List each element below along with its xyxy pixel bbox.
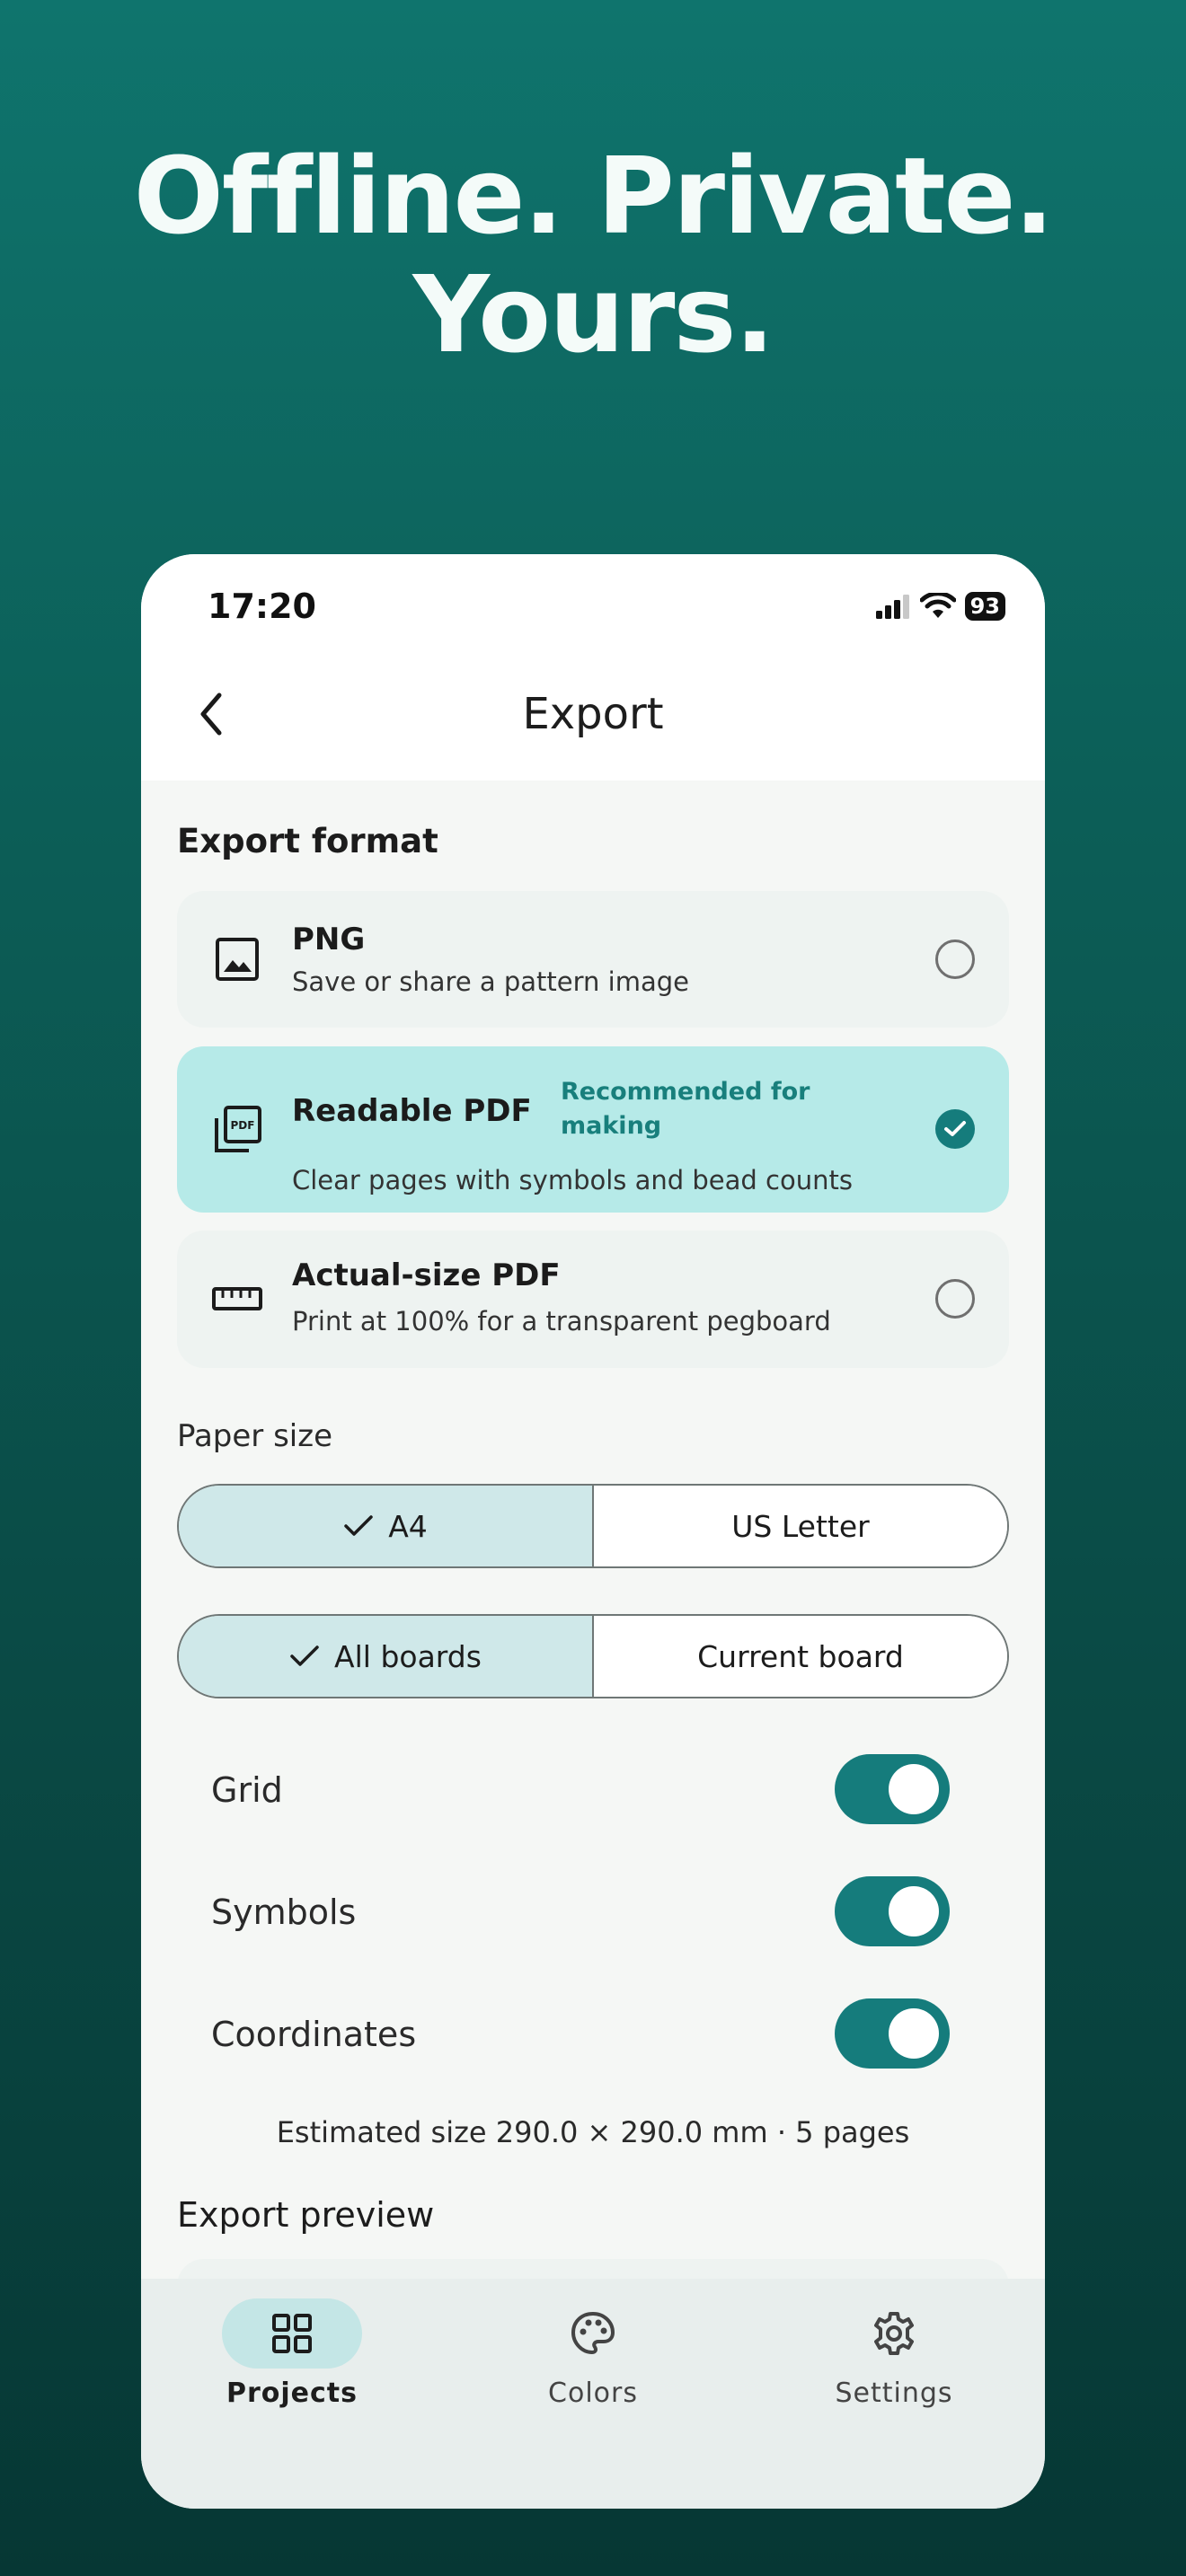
headline-line-1: Offline. Private. bbox=[133, 134, 1055, 258]
headline: Offline. Private. Yours. bbox=[0, 137, 1186, 374]
phone-frame: 17:20 93 Export Export format PNG Save o… bbox=[141, 554, 1045, 2509]
ruler-icon bbox=[211, 1273, 263, 1325]
tab-settings[interactable]: Settings bbox=[795, 2298, 993, 2433]
tab-pill bbox=[824, 2298, 964, 2369]
image-icon bbox=[211, 933, 263, 985]
format-subtitle: Clear pages with symbols and bead counts bbox=[292, 1165, 853, 1195]
toggle-label: Symbols bbox=[211, 1892, 357, 1932]
status-time: 17:20 bbox=[208, 587, 316, 626]
radio-selected[interactable] bbox=[935, 1109, 975, 1149]
coordinates-toggle[interactable] bbox=[835, 1998, 950, 2069]
tab-pill bbox=[523, 2298, 663, 2369]
symbols-toggle[interactable] bbox=[835, 1876, 950, 1946]
battery-indicator: 93 bbox=[964, 592, 1005, 621]
tab-pill bbox=[222, 2298, 362, 2369]
paper-size-label: Paper size bbox=[177, 1418, 333, 1454]
export-format-title: Export format bbox=[177, 822, 438, 860]
tab-colors[interactable]: Colors bbox=[494, 2298, 692, 2433]
paper-size-segmented: A4 US Letter bbox=[177, 1484, 1009, 1568]
signal-icon bbox=[875, 595, 909, 619]
toggle-knob bbox=[889, 1764, 939, 1814]
recommended-badge: Recommended for making bbox=[561, 1078, 810, 1140]
format-subtitle: Print at 100% for a transparent pegboard bbox=[292, 1306, 831, 1337]
headline-line-2: Yours. bbox=[412, 252, 775, 376]
grid-toggle[interactable] bbox=[835, 1754, 950, 1824]
boards-segmented: All boards Current board bbox=[177, 1614, 1009, 1698]
format-title: Readable PDF bbox=[292, 1093, 532, 1129]
top-bar: 17:20 93 Export bbox=[141, 554, 1045, 781]
toggle-knob bbox=[889, 1886, 939, 1936]
svg-text:PDF: PDF bbox=[231, 1119, 255, 1132]
radio-unselected[interactable] bbox=[935, 940, 975, 979]
tab-label: Colors bbox=[548, 2378, 638, 2409]
status-icons: 93 bbox=[875, 588, 1005, 624]
radio-unselected[interactable] bbox=[935, 1279, 975, 1319]
wifi-icon bbox=[919, 593, 956, 618]
toggle-label: Grid bbox=[211, 1770, 283, 1810]
boards-all[interactable]: All boards bbox=[179, 1616, 592, 1697]
toggle-label: Coordinates bbox=[211, 2015, 417, 2054]
check-icon bbox=[344, 1515, 373, 1536]
page-title: Export bbox=[522, 689, 664, 739]
toggle-knob bbox=[889, 2008, 939, 2059]
boards-current[interactable]: Current board bbox=[594, 1616, 1007, 1697]
format-option-actual-size-pdf[interactable]: Actual-size PDF Print at 100% for a tran… bbox=[177, 1231, 1009, 1368]
palette-icon bbox=[571, 2311, 615, 2355]
export-preview-title: Export preview bbox=[177, 2195, 435, 2235]
toggle-row-coordinates: Coordinates bbox=[177, 1998, 1009, 2070]
paper-size-us-letter[interactable]: US Letter bbox=[594, 1486, 1007, 1566]
check-icon bbox=[290, 1645, 319, 1666]
tab-label: Settings bbox=[835, 2378, 953, 2409]
gear-icon bbox=[874, 2312, 914, 2355]
toggle-row-symbols: Symbols bbox=[177, 1876, 1009, 1948]
pdf-stack-icon: PDF bbox=[211, 1104, 263, 1156]
tab-projects[interactable]: Projects bbox=[193, 2298, 391, 2433]
tab-label: Projects bbox=[226, 2378, 358, 2409]
estimated-size: Estimated size 290.0 × 290.0 mm · 5 page… bbox=[276, 2115, 910, 2149]
grid-icon bbox=[272, 2314, 312, 2353]
format-option-readable-pdf[interactable]: PDF Readable PDF Recommended for making … bbox=[177, 1046, 1009, 1213]
format-subtitle: Save or share a pattern image bbox=[292, 966, 689, 997]
bottom-tab-bar: Projects Colors Settings bbox=[141, 2279, 1045, 2509]
format-option-png[interactable]: PNG Save or share a pattern image bbox=[177, 891, 1009, 1028]
toggle-row-grid: Grid bbox=[177, 1754, 1009, 1826]
format-title: PNG bbox=[292, 922, 366, 957]
format-title: Actual-size PDF bbox=[292, 1257, 561, 1293]
check-icon bbox=[944, 1121, 966, 1136]
paper-size-a4[interactable]: A4 bbox=[179, 1486, 592, 1566]
